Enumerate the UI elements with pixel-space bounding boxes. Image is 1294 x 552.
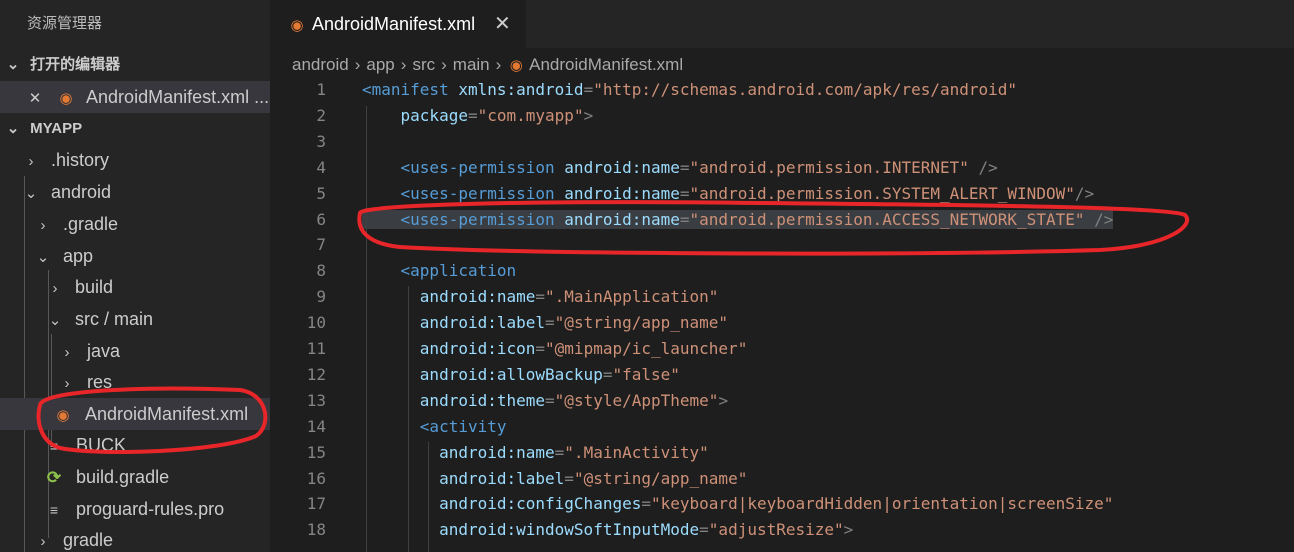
annotation-layer [36, 200, 1189, 454]
annotation-circle-permission [357, 200, 1189, 256]
annotation-circle-manifest-file [36, 386, 268, 454]
